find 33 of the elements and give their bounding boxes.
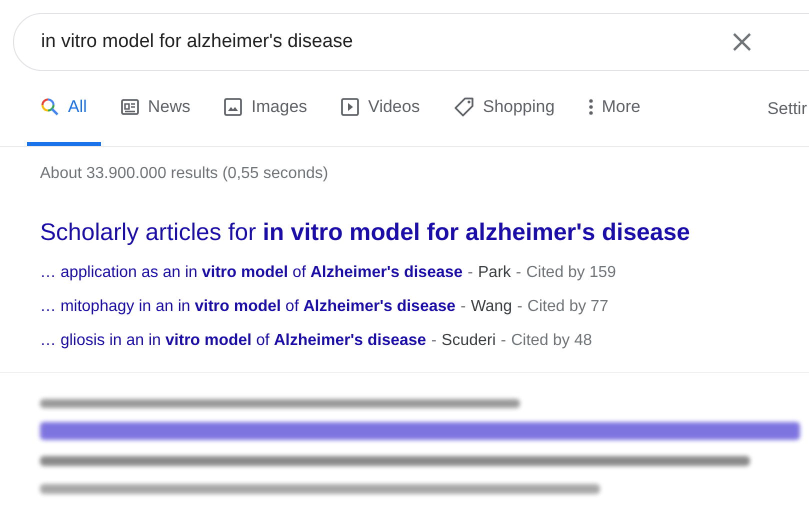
search-query: in vitro model for alzheimer's disease: [41, 31, 353, 53]
newspaper-icon: [120, 98, 139, 114]
tab[interactable]: News: [106, 71, 204, 146]
tab[interactable]: Shopping: [440, 71, 569, 146]
author-name: Wang: [470, 298, 512, 316]
cited-by-link[interactable]: Cited by 77: [527, 298, 608, 316]
settings-link[interactable]: Settir: [767, 98, 807, 118]
article-link[interactable]: … gliosis in an in vitro model of Alzheimer's disease: [40, 332, 426, 350]
cited-by-link[interactable]: Cited by 159: [526, 264, 616, 282]
cited-by-link[interactable]: Cited by 48: [511, 332, 592, 350]
author-name: Scuderi: [442, 332, 496, 350]
play-icon: [341, 98, 360, 116]
separator: -: [516, 264, 522, 282]
author-name: Park: [478, 264, 511, 282]
separator: -: [460, 298, 466, 316]
separator: -: [431, 332, 437, 350]
tab[interactable]: Images: [210, 71, 322, 146]
more-icon: [588, 98, 593, 114]
scholarly-articles-link[interactable]: Scholarly articles for in vitro model for alzheimer's disease: [40, 219, 809, 247]
search-field[interactable]: in vitro model for alzheimer's disease: [13, 13, 809, 71]
separator: -: [500, 332, 506, 350]
search-icon: [41, 98, 59, 116]
tab[interactable]: Videos: [327, 71, 434, 146]
tab[interactable]: All: [27, 71, 101, 146]
article-link[interactable]: … application as an in vitro model of Alzheimer's disease: [40, 264, 463, 282]
close-icon[interactable]: [732, 32, 752, 52]
tag-icon: [454, 96, 474, 116]
article-link[interactable]: … mitophagy in an in vitro model of Alzheimer's disease: [40, 298, 456, 316]
separator: -: [517, 298, 522, 316]
image-icon: [224, 98, 242, 116]
result-stats: About 33.900.000 results (0,55 seconds): [39, 164, 330, 183]
tab[interactable]: More: [574, 71, 654, 146]
separator: -: [468, 264, 473, 282]
